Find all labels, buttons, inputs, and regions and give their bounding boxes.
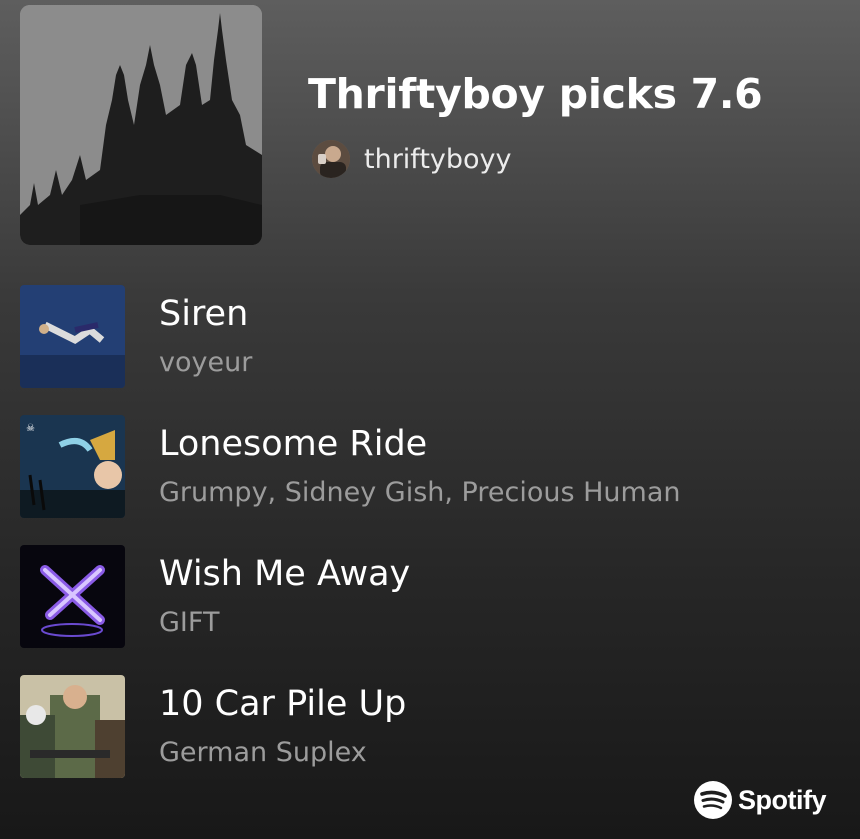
album-art-siren <box>20 285 125 388</box>
playlist-cover[interactable] <box>20 5 262 245</box>
cathedral-silhouette-image <box>20 5 262 245</box>
track-row[interactable]: Siren voyeur <box>20 285 840 390</box>
playlist-title: Thriftyboy picks 7.6 <box>308 70 763 118</box>
spotify-branding[interactable]: Spotify <box>694 781 827 819</box>
owner-name[interactable]: thriftyboyy <box>364 144 512 175</box>
playlist-owner[interactable]: thriftyboyy <box>312 140 512 178</box>
user-avatar[interactable] <box>312 140 350 178</box>
album-art-wish-me-away <box>20 545 125 648</box>
track-title[interactable]: 10 Car Pile Up <box>159 684 406 724</box>
track-title[interactable]: Lonesome Ride <box>159 424 427 464</box>
track-row[interactable]: ☠ Lonesome Ride Grumpy, Sidney Gish, Pre… <box>20 415 840 520</box>
album-art-lonesome-ride: ☠ <box>20 415 125 518</box>
album-art-10-car-pile-up <box>20 675 125 778</box>
track-artist[interactable]: voyeur <box>159 347 252 378</box>
track-title[interactable]: Siren <box>159 294 248 334</box>
track-artist[interactable]: German Suplex <box>159 737 367 768</box>
track-row[interactable]: 10 Car Pile Up German Suplex <box>20 675 840 780</box>
spotify-label: Spotify <box>738 784 827 815</box>
track-artist[interactable]: GIFT <box>159 607 219 638</box>
track-artist[interactable]: Grumpy, Sidney Gish, Precious Human <box>159 477 680 508</box>
spotify-logo <box>694 781 732 819</box>
track-row[interactable]: Wish Me Away GIFT <box>20 545 840 650</box>
svg-text:☠: ☠ <box>26 423 35 434</box>
track-title[interactable]: Wish Me Away <box>159 554 410 594</box>
